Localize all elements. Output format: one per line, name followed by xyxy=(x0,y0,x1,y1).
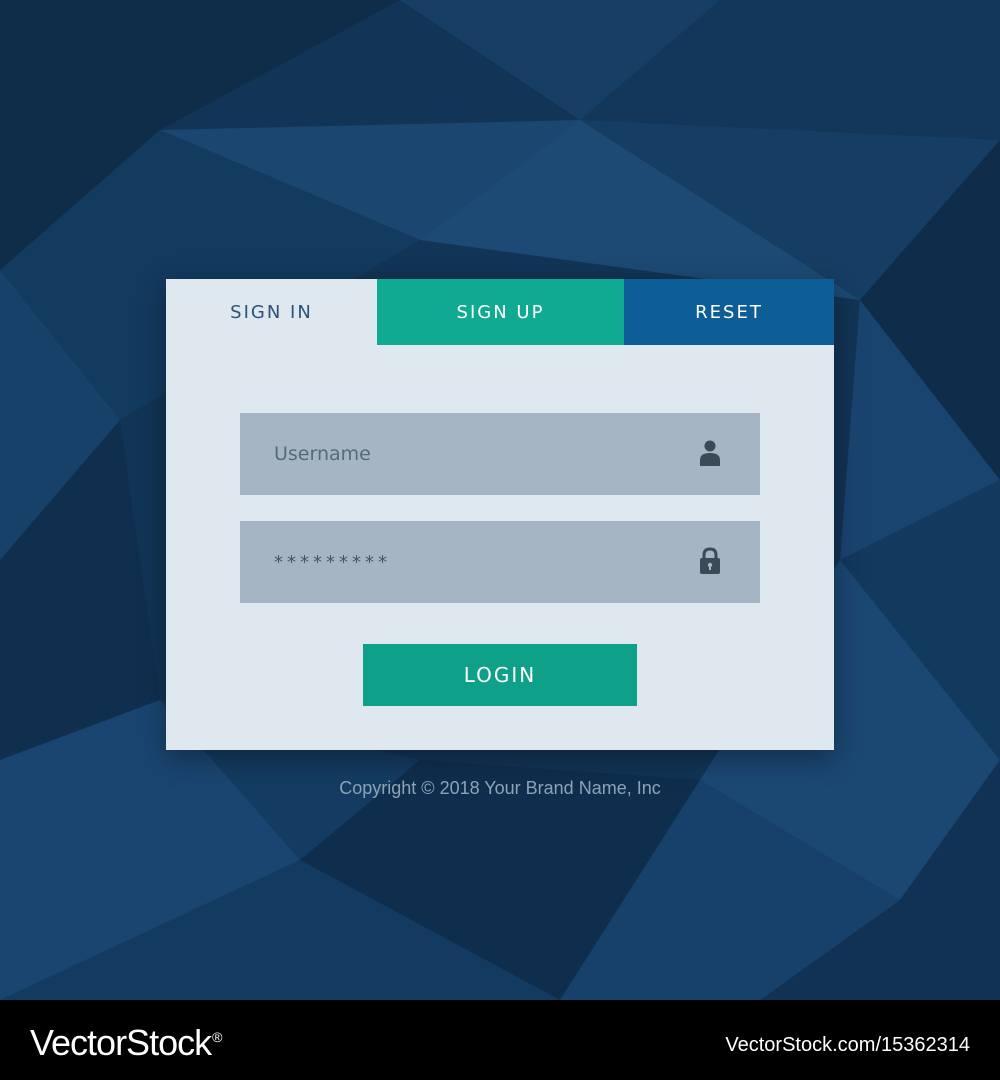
brand-registered-mark: ® xyxy=(212,1029,222,1045)
vectorstock-logo: VectorStock® xyxy=(30,1022,222,1064)
copyright-text: Copyright © 2018 Your Brand Name, Inc xyxy=(339,778,661,798)
tab-sign-up[interactable]: SIGN UP xyxy=(377,279,624,345)
tab-reset[interactable]: RESET xyxy=(624,279,834,345)
login-card: SIGN IN SIGN UP RESET LOGIN xyxy=(166,279,834,750)
watermark-footer: VectorStock® VectorStock.com/15362314 xyxy=(0,1000,1000,1080)
user-icon xyxy=(700,440,720,466)
password-input[interactable] xyxy=(274,521,674,603)
login-button[interactable]: LOGIN xyxy=(363,644,637,706)
lock-icon xyxy=(700,547,720,574)
username-input[interactable] xyxy=(274,413,674,495)
image-id: VectorStock.com/15362314 xyxy=(725,1034,970,1056)
password-field[interactable] xyxy=(240,521,760,603)
tab-sign-in[interactable]: SIGN IN xyxy=(166,279,377,345)
brand-name: VectorStock xyxy=(30,1022,212,1063)
username-field[interactable] xyxy=(240,413,760,495)
